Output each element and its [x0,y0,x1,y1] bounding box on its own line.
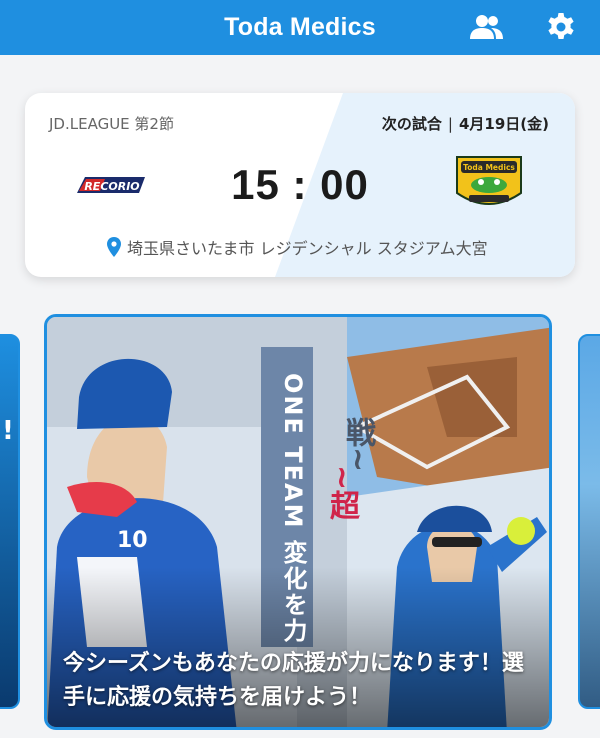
venue-info[interactable]: 埼玉県さいたま市 レジデンシャル スタジアム大宮 [107,235,488,259]
carousel-prev-card[interactable]: ! [0,334,20,709]
promo-banner[interactable]: 10 ONE TEAM 変化を力 ~超 戦~ 今シーズンもあなたの応援が力になり… [44,314,552,730]
banner-caption: 今シーズンもあなたの応援が力になります！選手に応援の気持ちを届けよう！ [63,651,524,710]
location-pin-icon [107,237,121,257]
users-icon[interactable] [468,8,506,46]
game-date: 4月19日(金) [458,115,549,133]
prev-card-text: ! [2,416,14,446]
away-team-logo-text: Toda Medics [463,163,515,172]
next-game-label: 次の試合 [381,115,442,133]
banner-cho-text: ~超 [324,465,359,521]
gear-icon[interactable] [542,8,580,46]
next-game-info: 次の試合 | 4月19日(金) [382,113,549,134]
league-label: JD.LEAGUE 第2節 [49,115,174,133]
separator: | [447,114,453,133]
carousel-next-card[interactable] [578,334,600,709]
away-team-logo: Toda Medics [451,153,527,215]
app-header: Toda Medics [0,0,600,55]
next-match-card[interactable]: JD.LEAGUE 第2節 次の試合 | 4月19日(金) RECORIO 15… [25,93,575,277]
player-number: 10 [117,528,148,553]
venue-name: 埼玉県さいたま市 レジデンシャル スタジアム大宮 [127,239,488,258]
app-title: Toda Medics [224,13,376,41]
banner-slogan: ONE TEAM 変化を力 [279,373,307,644]
banner-sen-text: 戦~ [340,417,375,473]
